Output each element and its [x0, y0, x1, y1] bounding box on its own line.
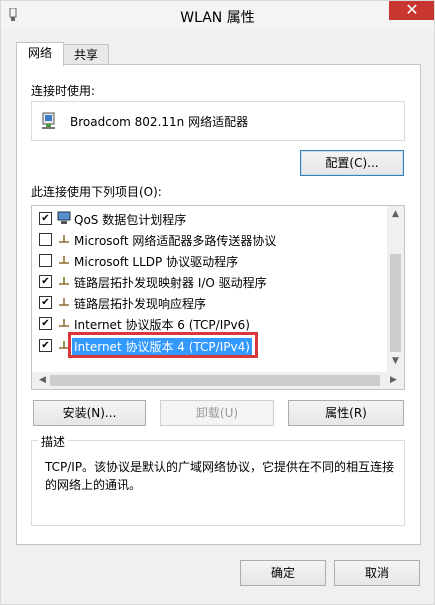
list-item-label: Microsoft LLDP 协议驱动程序: [74, 255, 239, 269]
network-icon: [57, 211, 71, 224]
checkbox[interactable]: ✔: [39, 212, 52, 225]
list-item-label: 链路层拓扑发现映射器 I/O 驱动程序: [74, 276, 267, 290]
scroll-thumb[interactable]: [50, 375, 380, 386]
protocol-icon: [59, 277, 69, 285]
checkbox[interactable]: ✔: [39, 275, 52, 288]
scroll-left-icon[interactable]: ◀: [34, 375, 51, 385]
tab-sharing[interactable]: 共享: [63, 44, 109, 66]
scroll-down-icon[interactable]: ▼: [387, 356, 404, 366]
window-title: WLAN 属性: [180, 10, 255, 26]
list-item-label: Microsoft 网络适配器多路传送器协议: [74, 234, 277, 248]
checkbox[interactable]: ✔: [39, 339, 52, 352]
list-item[interactable]: ✔ 链路层拓扑发现映射器 I/O 驱动程序: [32, 271, 387, 291]
cancel-button[interactable]: 取消: [334, 560, 420, 586]
configure-button[interactable]: 配置(C)...: [300, 150, 404, 176]
description-legend: 描述: [38, 433, 69, 450]
vertical-scrollbar[interactable]: ▲ ▼: [387, 206, 404, 372]
checkbox[interactable]: ✔: [39, 317, 52, 330]
description-text: TCP/IP。该协议是默认的广域网络协议，它提供在不同的相互连接的网络上的通讯。: [45, 460, 395, 492]
properties-button[interactable]: 属性(R): [288, 400, 404, 426]
highlight-annotation: [68, 332, 258, 358]
checkbox[interactable]: ✔: [39, 296, 52, 309]
list-item[interactable]: ✔ QoS 数据包计划程序: [32, 208, 387, 228]
protocol-icon: [59, 256, 69, 264]
protocol-icon: [59, 235, 69, 243]
uninstall-button[interactable]: 卸载(U): [160, 400, 274, 426]
checkbox[interactable]: [39, 254, 52, 267]
close-button[interactable]: ✕: [389, 0, 435, 20]
scroll-right-icon[interactable]: ▶: [385, 375, 402, 385]
list-item[interactable]: Microsoft 网络适配器多路传送器协议: [32, 229, 387, 249]
scroll-thumb[interactable]: [390, 254, 401, 352]
list-item-label: 链路层拓扑发现响应程序: [74, 297, 207, 311]
tab-network[interactable]: 网络: [16, 42, 64, 66]
checkbox[interactable]: [39, 233, 52, 246]
list-item[interactable]: ✔ Internet 协议版本 6 (TCP/IPv6): [32, 313, 387, 333]
network-card-icon: [42, 112, 55, 129]
items-label: 此连接使用下列项目(O):: [31, 185, 162, 199]
protocol-icon: [59, 298, 69, 306]
connect-using-label: 连接时使用:: [31, 84, 96, 98]
scroll-up-icon[interactable]: ▲: [387, 209, 404, 219]
install-button[interactable]: 安装(N)...: [33, 400, 146, 426]
items-list[interactable]: ✔ QoS 数据包计划程序 Microsoft 网络适配器多路传送器协议 Mic…: [31, 205, 405, 390]
list-item-label: QoS 数据包计划程序: [74, 213, 187, 227]
list-item[interactable]: ✔ 链路层拓扑发现响应程序: [32, 292, 387, 312]
ok-button[interactable]: 确定: [240, 560, 326, 586]
protocol-icon: [59, 319, 69, 327]
title-bar: WLAN 属性 ✕: [0, 0, 435, 30]
list-item-label: Internet 协议版本 6 (TCP/IPv6): [74, 318, 250, 332]
list-item[interactable]: Microsoft LLDP 协议驱动程序: [32, 250, 387, 270]
horizontal-scrollbar[interactable]: ◀ ▶: [32, 372, 404, 389]
adapter-box: Broadcom 802.11n 网络适配器: [31, 101, 405, 141]
adapter-name: Broadcom 802.11n 网络适配器: [70, 115, 249, 129]
